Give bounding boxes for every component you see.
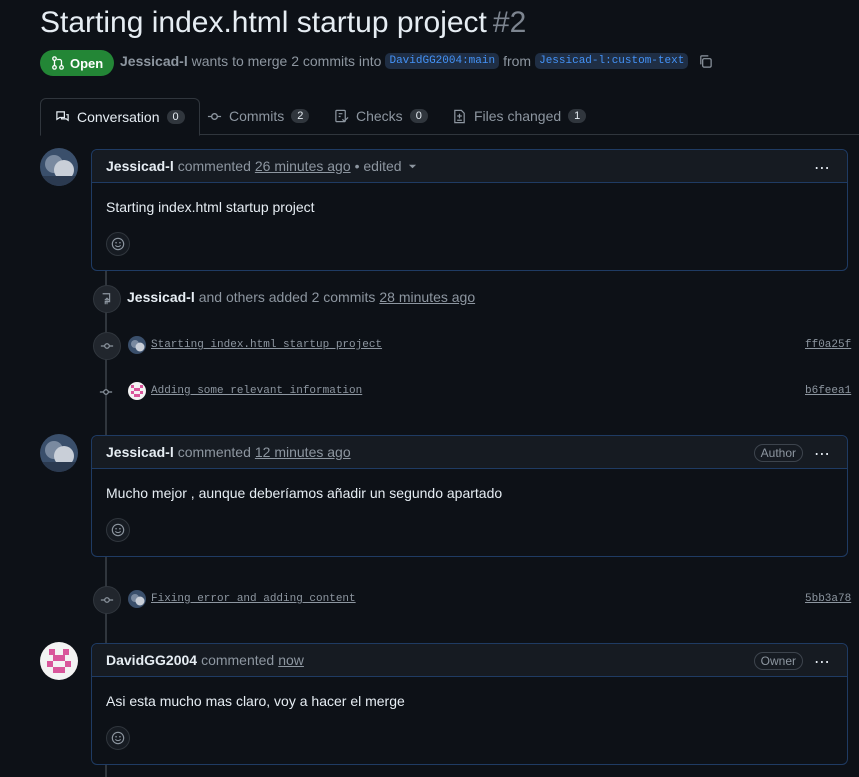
comment-body: Starting index.html startup project [106, 199, 315, 215]
git-commit-icon [99, 385, 113, 402]
tab-conversation[interactable]: Conversation 0 [40, 98, 200, 136]
avatar[interactable] [40, 642, 78, 680]
git-commit-icon [93, 332, 121, 360]
comment-body: Mucho mejor , aunque deberíamos añadir u… [106, 485, 503, 501]
git-pull-request-icon [52, 56, 64, 70]
push-icon [93, 285, 121, 313]
comment-author[interactable]: Jessicad-l [106, 444, 174, 460]
commit-message-link[interactable]: Adding some relevant information [151, 385, 362, 397]
event-author[interactable]: Jessicad-l [127, 289, 195, 305]
avatar[interactable] [128, 382, 146, 400]
commit-message-link[interactable]: Starting index.html startup project [151, 339, 382, 351]
tab-label: Conversation [77, 109, 160, 125]
tab-commits[interactable]: Commits 2 [207, 98, 310, 134]
comment-box: Jessicad-l commented 26 minutes ago • ed… [91, 149, 848, 271]
push-event: Jessicad-l and others added 2 commits 28… [127, 289, 475, 305]
pr-tabs: Conversation 0 Commits 2 Checks 0 Files cha… [40, 98, 859, 136]
tab-label: Files changed [474, 108, 562, 124]
comment-body: Asi esta mucho mas claro, voy a hacer el… [106, 693, 405, 709]
pr-meta: Jessicad-l wants to merge 2 commits into… [120, 53, 713, 69]
avatar[interactable] [40, 148, 78, 186]
git-commit-icon [93, 586, 121, 614]
commit-sha-link[interactable]: 5bb3a78 [805, 593, 851, 605]
git-commit-icon [207, 112, 222, 120]
commit-sha-link[interactable]: b6feea1 [805, 385, 851, 397]
event-text: and others added 2 commits [198, 289, 376, 305]
tab-counter: 0 [166, 110, 185, 124]
copy-icon[interactable] [698, 54, 713, 69]
comment-action: commented [177, 158, 251, 174]
comment-action: commented [201, 652, 275, 668]
kebab-menu-icon[interactable]: ⋯ [814, 158, 831, 178]
kebab-menu-icon[interactable]: ⋯ [814, 444, 831, 464]
pr-number: #2 [492, 6, 527, 39]
edited-label[interactable]: • edited [355, 158, 402, 174]
tab-files-changed[interactable]: Files changed 1 [452, 98, 587, 134]
checklist-icon [335, 109, 349, 122]
owner-badge: Owner [753, 652, 803, 670]
comment-time[interactable]: now [278, 652, 304, 668]
kebab-menu-icon[interactable]: ⋯ [814, 652, 831, 672]
pr-title: Starting index.html startup project #2 [40, 6, 526, 40]
tab-label: Checks [356, 108, 403, 124]
event-time[interactable]: 28 minutes ago [379, 289, 475, 305]
comment-header: Jessicad-l commented 26 minutes ago • ed… [92, 150, 847, 183]
smiley-icon [111, 731, 125, 745]
pr-author-link[interactable]: Jessicad-l [120, 53, 188, 69]
merge-text: wants to merge 2 commits into [191, 53, 382, 69]
chevron-down-icon[interactable] [408, 162, 417, 171]
comment-header: DavidGG2004 commented now Owner ⋯ [92, 644, 847, 677]
tab-checks[interactable]: Checks 0 [334, 98, 428, 134]
tab-counter: 0 [409, 109, 428, 123]
tab-label: Commits [229, 108, 285, 124]
smiley-icon [111, 237, 125, 251]
pr-state-badge: Open [40, 50, 115, 76]
base-branch[interactable]: DavidGG2004:main [385, 53, 500, 69]
smiley-icon [111, 523, 125, 537]
comment-action: commented [177, 444, 251, 460]
commit-sha-link[interactable]: ff0a25f [805, 339, 851, 351]
comment-box: Jessicad-l commented 12 minutes ago Auth… [91, 435, 848, 557]
comment-author[interactable]: DavidGG2004 [106, 652, 197, 668]
file-diff-icon [454, 109, 465, 123]
tab-counter: 2 [291, 109, 310, 123]
comment-author[interactable]: Jessicad-l [106, 158, 174, 174]
comment-box: DavidGG2004 commented now Owner ⋯ Asi es… [91, 643, 848, 765]
comment-time[interactable]: 12 minutes ago [255, 444, 351, 460]
commit-message-link[interactable]: Fixing error and adding content [151, 593, 356, 605]
pr-title-text: Starting index.html startup project [40, 6, 487, 39]
comment-time[interactable]: 26 minutes ago [255, 158, 351, 174]
avatar[interactable] [128, 336, 146, 354]
avatar[interactable] [128, 590, 146, 608]
add-reaction-button[interactable] [106, 726, 130, 750]
avatar[interactable] [40, 434, 78, 472]
add-reaction-button[interactable] [106, 518, 130, 542]
from-text: from [503, 53, 532, 69]
author-badge: Author [753, 444, 803, 462]
comment-header: Jessicad-l commented 12 minutes ago Auth… [92, 436, 847, 469]
comment-discussion-icon [56, 110, 69, 122]
add-reaction-button[interactable] [106, 232, 130, 256]
pr-state-label: Open [70, 55, 104, 71]
tab-counter: 1 [568, 109, 587, 123]
head-branch[interactable]: Jessicad-l:custom-text [535, 53, 689, 69]
